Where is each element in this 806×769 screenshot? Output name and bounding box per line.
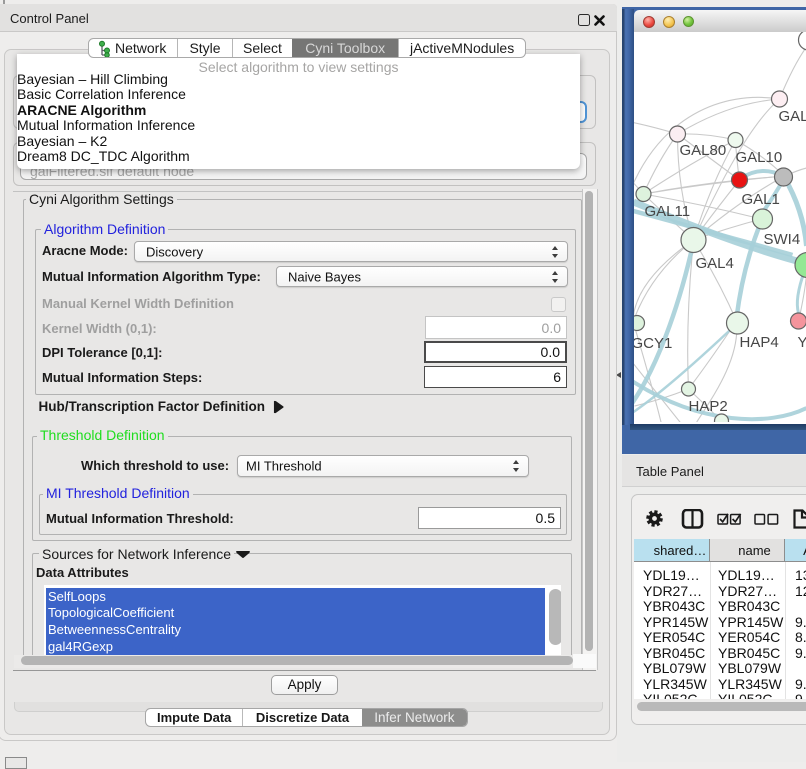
svg-text:HAP4: HAP4 (739, 334, 778, 351)
svg-text:GAL10: GAL10 (735, 149, 782, 166)
svg-text:GCY1: GCY1 (634, 335, 672, 352)
svg-text:GAL: GAL (778, 108, 806, 125)
svg-text:Y: Y (797, 334, 806, 351)
svg-text:GAL4: GAL4 (695, 255, 733, 272)
svg-text:GAL1: GAL1 (741, 191, 779, 208)
svg-text:GAL11: GAL11 (644, 203, 690, 220)
svg-text:SWI4: SWI4 (763, 231, 800, 248)
svg-text:GAL80: GAL80 (679, 142, 726, 159)
svg-text:HAP2: HAP2 (688, 398, 727, 415)
